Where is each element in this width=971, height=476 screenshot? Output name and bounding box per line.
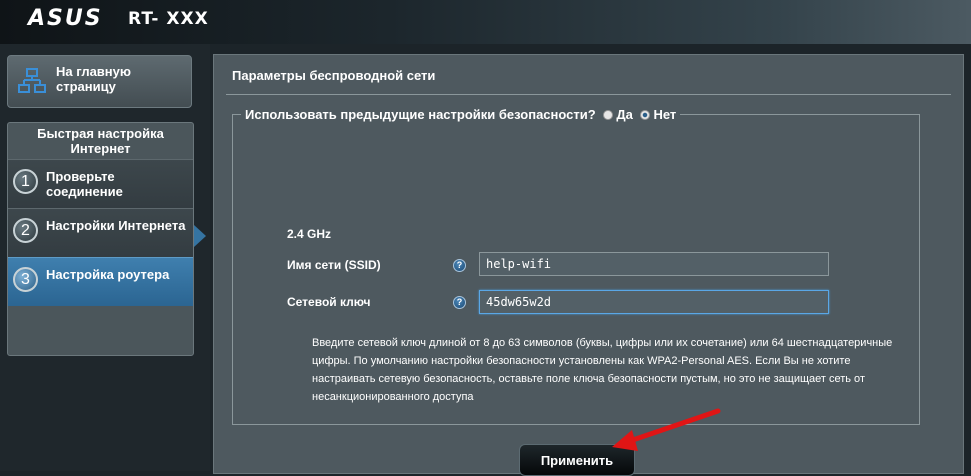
step-check-connection[interactable]: 1 Проверьте соединение [8, 159, 193, 208]
network-key-input[interactable] [479, 290, 829, 314]
radio-yes-label[interactable]: Да [616, 107, 633, 122]
step-number-1: 1 [13, 169, 38, 194]
step-internet-settings[interactable]: 2 Настройки Интернета [8, 208, 193, 257]
quick-setup-panel: Быстрая настройка Интернет 1 Проверьте с… [7, 122, 194, 356]
header-bar: ASUS RT- XXX [0, 0, 971, 44]
ssid-help-icon[interactable]: ? [453, 259, 466, 272]
step-number-3: 3 [13, 267, 38, 292]
security-question-row: Использовать предыдущие настройки безопа… [241, 105, 681, 125]
page-title: Параметры беспроводной сети [232, 68, 436, 83]
sidebar: На главную страницу Быстрая настройка Ин… [0, 44, 210, 471]
network-icon [18, 68, 46, 93]
home-label: На главную страницу [56, 64, 131, 94]
network-key-hint: Введите сетевой ключ длиной от 8 до 63 с… [312, 337, 893, 403]
step-label: Настройка роутера [46, 267, 170, 282]
apply-button[interactable]: Применить [519, 444, 635, 476]
network-key-help-icon[interactable]: ? [453, 296, 466, 309]
radio-yes[interactable] [603, 110, 614, 120]
band-label: 2.4 GHz [287, 227, 332, 241]
wireless-settings-panel: Параметры беспроводной сети Использовать… [213, 54, 964, 476]
main-area: Параметры беспроводной сети Использовать… [210, 44, 971, 476]
step-label: Настройки Интернета [46, 218, 186, 233]
ssid-label: Имя сети (SSID) [287, 258, 381, 272]
ssid-input[interactable] [479, 252, 829, 276]
radio-no[interactable] [640, 110, 651, 120]
step-router-settings[interactable]: 3 Настройка роутера [8, 257, 193, 306]
model-name: RT- XXX [128, 9, 209, 29]
step-number-2: 2 [13, 218, 38, 243]
step-label: Проверьте соединение [46, 169, 123, 199]
radio-no-label[interactable]: Нет [653, 107, 676, 122]
quick-setup-title: Быстрая настройка Интернет [37, 126, 164, 156]
title-divider [226, 94, 951, 95]
active-step-pointer [194, 225, 206, 247]
security-question-label: Использовать предыдущие настройки безопа… [245, 107, 596, 122]
home-button[interactable]: На главную страницу [7, 55, 192, 108]
network-key-label: Сетевой ключ [287, 295, 371, 309]
brand-logo: ASUS [28, 6, 103, 31]
